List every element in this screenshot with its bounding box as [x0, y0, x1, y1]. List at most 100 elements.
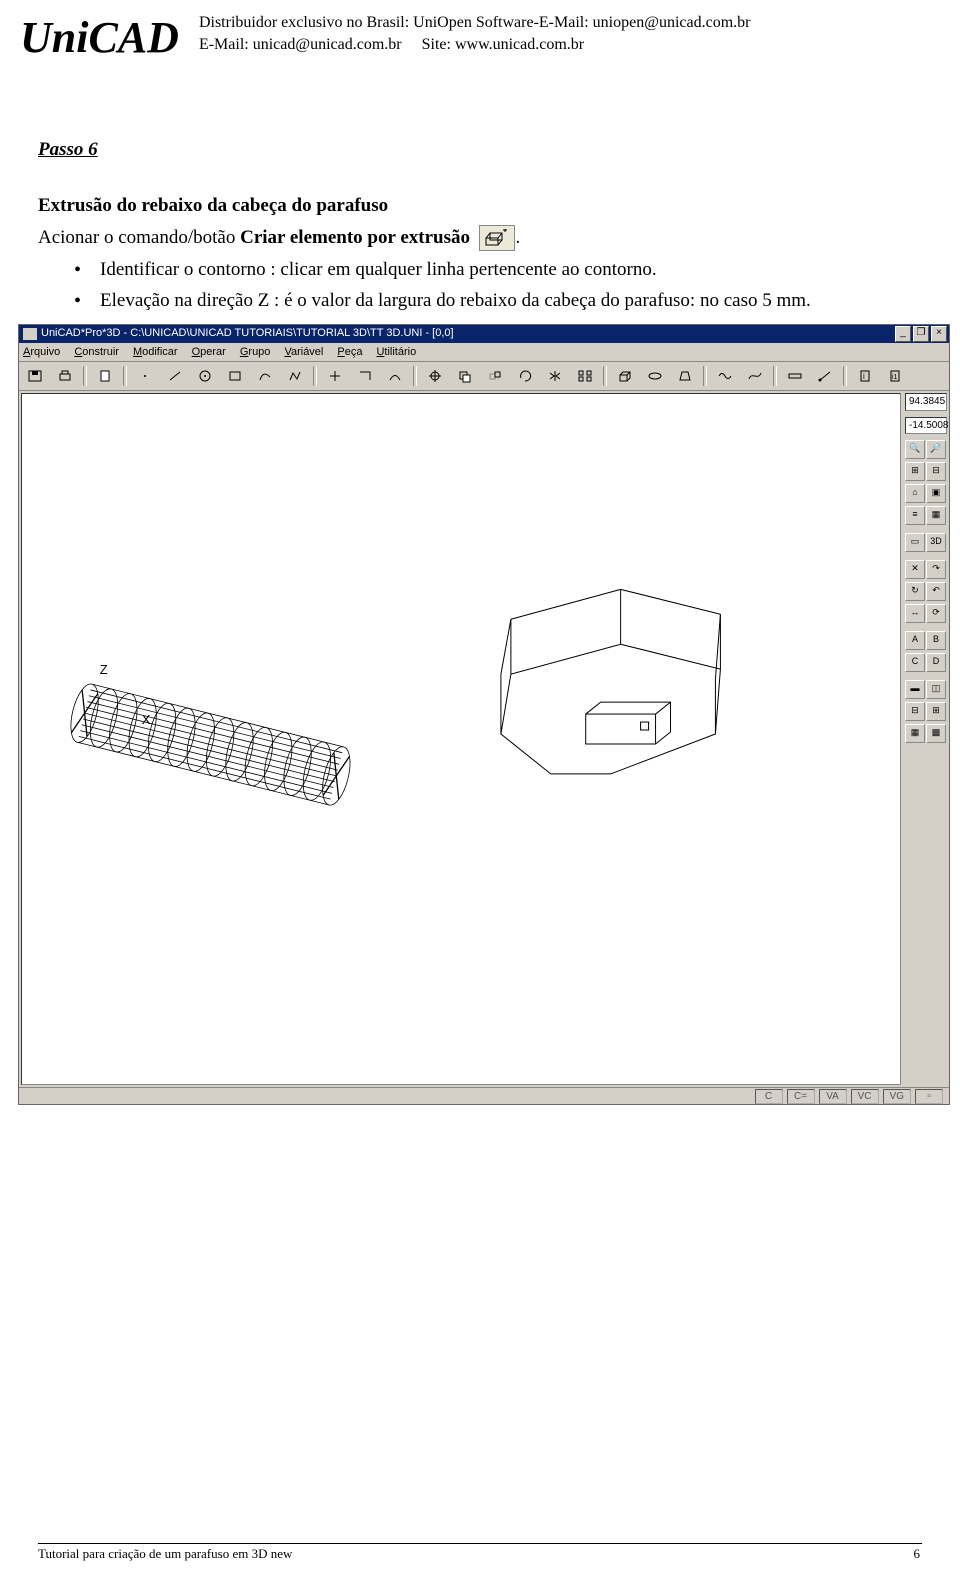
tool-info-icon[interactable]: i	[853, 365, 877, 387]
tool-center-icon[interactable]	[423, 365, 447, 387]
page-number: 6	[914, 1545, 921, 1563]
orbit-icon[interactable]: ↻	[905, 582, 925, 601]
app-icon	[23, 328, 37, 340]
tool-mirror-icon[interactable]	[543, 365, 567, 387]
status-vc: VC	[851, 1089, 879, 1105]
list-icon[interactable]: ≡	[905, 506, 925, 525]
page-header: UniCAD Distribuidor exclusivo no Brasil:…	[0, 0, 960, 67]
tool-wave-icon[interactable]	[713, 365, 737, 387]
grid-icon[interactable]: ▦	[926, 506, 946, 525]
tool-path-icon[interactable]	[383, 365, 407, 387]
redo-icon[interactable]: ↷	[926, 560, 946, 579]
maximize-button[interactable]: ❐	[913, 326, 929, 342]
header-info: Distribuidor exclusivo no Brasil: UniOpe…	[199, 8, 751, 55]
zoom-ext-icon[interactable]: ▣	[926, 484, 946, 503]
vp6-icon[interactable]: ▩	[926, 724, 946, 743]
pan-icon[interactable]: ↔	[905, 604, 925, 623]
window-title: UniCAD*Pro*3D - C:\UNICAD\UNICAD TUTORIA…	[41, 326, 454, 341]
tool-copy-icon[interactable]	[453, 365, 477, 387]
status-c: C	[755, 1089, 783, 1105]
view-icon[interactable]: ▭	[905, 533, 925, 552]
coord-x: 94.3845	[905, 393, 947, 411]
header-line-1: Distribuidor exclusivo no Brasil: UniOpe…	[199, 12, 751, 34]
menu-modificar[interactable]: Modificar	[133, 345, 178, 360]
tool-trim-icon[interactable]	[323, 365, 347, 387]
tool-extend-icon[interactable]	[353, 365, 377, 387]
cancel-icon[interactable]: ✕	[905, 560, 925, 579]
zoom-win-icon[interactable]: ⊞	[905, 462, 925, 481]
bullet-item: Identificar o contorno : clicar em qualq…	[74, 257, 922, 283]
tool-ruler-icon[interactable]	[783, 365, 807, 387]
close-button[interactable]: ×	[931, 326, 947, 342]
menu-operar[interactable]: Operar	[192, 345, 226, 360]
header-line-2: E-Mail: unicad@unicad.com.br Site: www.u…	[199, 34, 751, 56]
tool-line-icon[interactable]	[163, 365, 187, 387]
drawing-canvas[interactable]: Z X	[21, 393, 901, 1085]
title-bar: UniCAD*Pro*3D - C:\UNICAD\UNICAD TUTORIA…	[19, 325, 949, 343]
footer-title: Tutorial para criação de um parafuso em …	[38, 1545, 292, 1563]
tool-print-icon[interactable]	[53, 365, 77, 387]
tool-new-icon[interactable]	[93, 365, 117, 387]
tool-extrude-icon[interactable]	[613, 365, 637, 387]
vp1-icon[interactable]: ▬	[905, 680, 925, 699]
vp3-icon[interactable]: ⊟	[905, 702, 925, 721]
view-c-button[interactable]: C	[905, 653, 925, 672]
tool-move-icon[interactable]	[483, 365, 507, 387]
status-bar: C C= VA VC VG ▫	[19, 1087, 949, 1104]
axis-x-label: X	[142, 712, 151, 727]
extrusion-icon	[479, 225, 515, 251]
right-panel: 94.3845 -14.5008 🔍 🔎 ⊞ ⊟ ⌂ ▣ ≡ ▦	[903, 391, 949, 1087]
tool-rect-icon[interactable]	[223, 365, 247, 387]
vp2-icon[interactable]: ◫	[926, 680, 946, 699]
tool-loft-icon[interactable]	[673, 365, 697, 387]
tool-curve-icon[interactable]	[253, 365, 277, 387]
status-end-icon: ▫	[915, 1089, 943, 1105]
zoom-out-icon[interactable]: 🔎	[926, 440, 946, 459]
tool-save-icon[interactable]	[23, 365, 47, 387]
tool-circle-icon[interactable]	[193, 365, 217, 387]
refresh-icon[interactable]: ⟳	[926, 604, 946, 623]
app-screenshot: UniCAD*Pro*3D - C:\UNICAD\UNICAD TUTORIA…	[18, 324, 922, 1106]
tool-revolve-icon[interactable]	[643, 365, 667, 387]
svg-text:i1: i1	[892, 374, 898, 381]
zoom-all-icon[interactable]: ⌂	[905, 484, 925, 503]
logo: UniCAD	[20, 8, 179, 67]
menu-grupo[interactable]: Grupo	[240, 345, 271, 360]
bullet-list: Identificar o contorno : clicar em qualq…	[74, 257, 922, 313]
tool-point-icon[interactable]	[133, 365, 157, 387]
vp4-icon[interactable]: ⊞	[926, 702, 946, 721]
tool-info1-icon[interactable]: i1	[883, 365, 907, 387]
menu-variavel[interactable]: Variável	[284, 345, 323, 360]
toolbar: i i1	[19, 362, 949, 391]
tool-measure-icon[interactable]	[813, 365, 837, 387]
view-d-button[interactable]: D	[926, 653, 946, 672]
view-a-button[interactable]: A	[905, 631, 925, 650]
view-b-button[interactable]: B	[926, 631, 946, 650]
section-heading: Extrusão do rebaixo da cabeça do parafus…	[38, 193, 922, 219]
minimize-button[interactable]: _	[895, 326, 911, 342]
status-ceq: C=	[787, 1089, 815, 1105]
menu-utilitario[interactable]: Utilitário	[376, 345, 416, 360]
zoom-in-icon[interactable]: 🔍	[905, 440, 925, 459]
menu-bar: Arquivo Construir Modificar Operar Grupo…	[19, 343, 949, 363]
step-heading: Passo 6	[38, 137, 922, 163]
menu-construir[interactable]: Construir	[74, 345, 119, 360]
zoom-prev-icon[interactable]: ⊟	[926, 462, 946, 481]
bullet-item: Elevação na direção Z : é o valor da lar…	[74, 288, 922, 314]
instruction-line: Acionar o comando/botão Criar elemento p…	[38, 225, 922, 252]
page-footer: Tutorial para criação de um parafuso em …	[0, 1544, 960, 1563]
tool-rotate-icon[interactable]	[513, 365, 537, 387]
status-vg: VG	[883, 1089, 911, 1105]
menu-peca[interactable]: Peça	[337, 345, 362, 360]
3d-button[interactable]: 3D	[926, 533, 946, 552]
menu-arquivo[interactable]: Arquivo	[23, 345, 60, 360]
axis-z-label: Z	[100, 663, 108, 678]
status-va: VA	[819, 1089, 847, 1105]
tool-spline-icon[interactable]	[743, 365, 767, 387]
tool-array-icon[interactable]	[573, 365, 597, 387]
undo-icon[interactable]: ↶	[926, 582, 946, 601]
vp5-icon[interactable]: ▦	[905, 724, 925, 743]
svg-text:i: i	[863, 372, 865, 381]
tool-pline-icon[interactable]	[283, 365, 307, 387]
coord-y: -14.5008	[905, 417, 947, 435]
